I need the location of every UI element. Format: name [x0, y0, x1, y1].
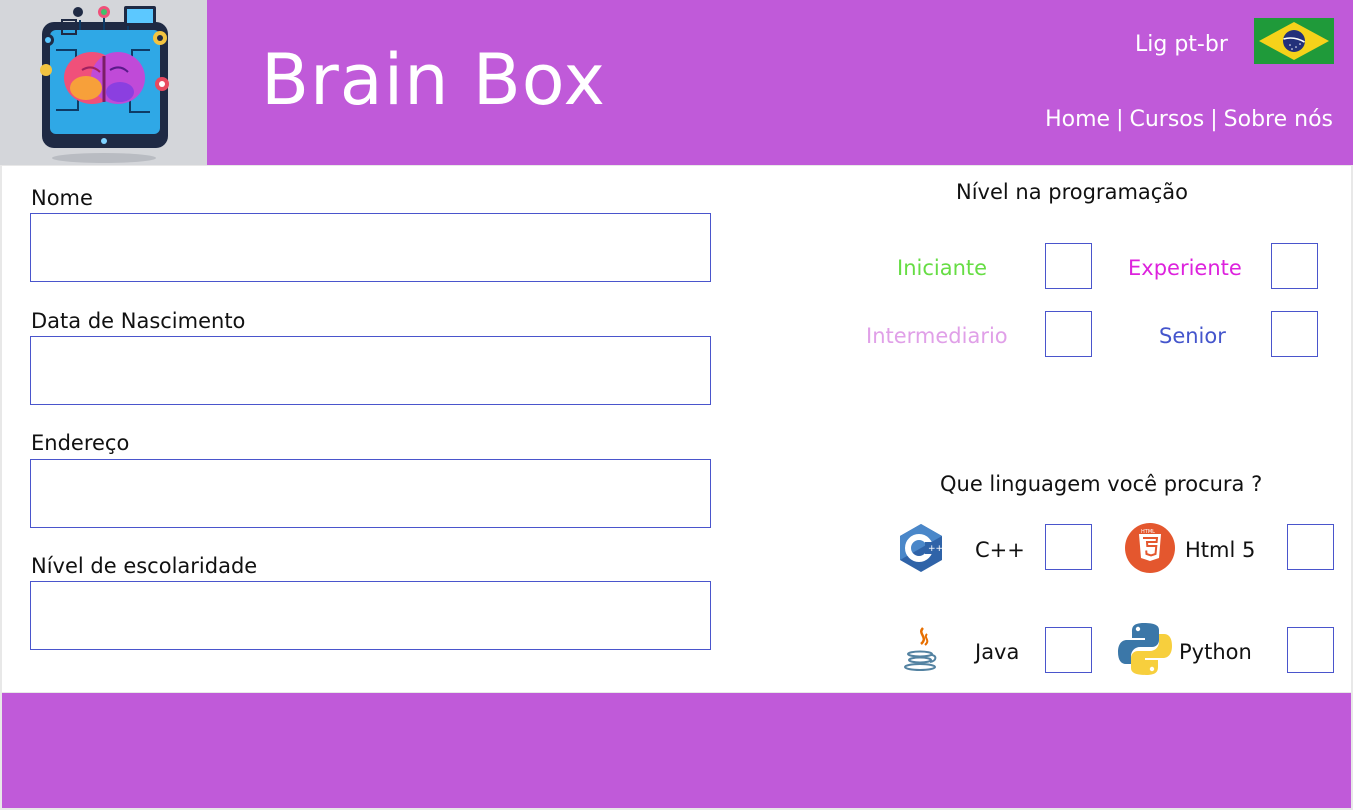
languages-section-title: Que linguagem você procura ? [940, 472, 1263, 496]
nav-courses[interactable]: Cursos [1129, 107, 1204, 132]
level-experienced-checkbox[interactable] [1271, 243, 1318, 289]
svg-text:++: ++ [928, 544, 943, 554]
education-label: Nível de escolaridade [31, 554, 258, 578]
site-header: Brain Box Lig pt-br Home | Cursos | Sobr… [0, 0, 1353, 165]
brand-title: Brain Box [261, 39, 606, 121]
lang-java-label: Java [975, 640, 1020, 664]
lang-java-checkbox[interactable] [1045, 627, 1092, 673]
level-beginner-checkbox[interactable] [1045, 243, 1092, 289]
address-input[interactable] [30, 459, 711, 528]
nav-separator: | [1210, 107, 1218, 132]
lang-html-checkbox[interactable] [1287, 524, 1334, 570]
level-experienced-label: Experiente [1128, 256, 1242, 280]
python-logo-icon [1116, 620, 1174, 678]
lang-html-label: Html 5 [1185, 538, 1256, 562]
level-senior-checkbox[interactable] [1271, 311, 1318, 357]
language-label[interactable]: Lig pt-br [1135, 32, 1228, 57]
birth-date-input[interactable] [30, 336, 711, 405]
html5-logo-icon: HTML [1124, 522, 1176, 574]
level-intermediate-checkbox[interactable] [1045, 311, 1092, 357]
brazil-flag-icon[interactable] [1254, 18, 1334, 64]
svg-text:HTML: HTML [1141, 529, 1155, 535]
cpp-logo-icon: ++ [895, 522, 947, 574]
site-footer [2, 693, 1351, 808]
address-label: Endereço [31, 431, 130, 455]
lang-python-label: Python [1179, 640, 1252, 664]
level-senior-label: Senior [1159, 324, 1226, 348]
level-beginner-label: Iniciante [897, 256, 988, 280]
level-section-title: Nível na programação [956, 180, 1189, 204]
name-label: Nome [31, 186, 93, 210]
level-intermediate-label: Intermediario [866, 324, 1008, 348]
nav-home[interactable]: Home [1045, 107, 1110, 132]
nav-separator: | [1116, 107, 1124, 132]
main-nav: Home | Cursos | Sobre nós [1045, 107, 1333, 132]
birth-date-label: Data de Nascimento [31, 309, 246, 333]
lang-cpp-label: C++ [975, 538, 1025, 562]
name-input[interactable] [30, 213, 711, 282]
nav-about[interactable]: Sobre nós [1224, 107, 1333, 132]
lang-cpp-checkbox[interactable] [1045, 524, 1092, 570]
brain-logo-icon[interactable] [0, 0, 207, 165]
lang-python-checkbox[interactable] [1287, 627, 1334, 673]
education-input[interactable] [30, 581, 711, 650]
java-logo-icon [895, 624, 947, 676]
